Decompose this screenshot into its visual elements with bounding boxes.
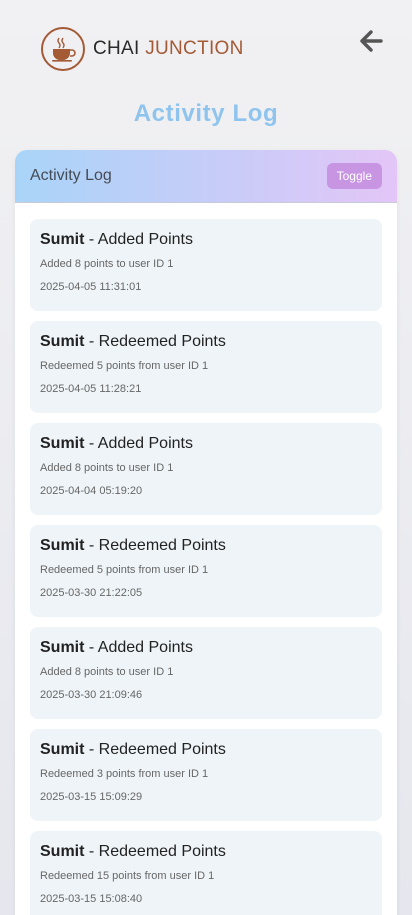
- activity-title: Sumit - Redeemed Points: [40, 741, 372, 759]
- activity-separator: -: [84, 639, 98, 656]
- activity-timestamp: 2025-04-04 05:19:20: [40, 485, 143, 497]
- list-item: Sumit - Added Points Added 8 points to us…: [30, 219, 382, 311]
- activity-user: Sumit: [40, 741, 85, 758]
- activity-user: Sumit: [40, 231, 85, 248]
- activity-action: Added Points: [97, 639, 193, 656]
- app-header: CHAI JUNCTION: [0, 0, 412, 96]
- back-button[interactable]: [356, 28, 386, 58]
- list-item: Sumit - Redeemed Points Redeemed 5 points…: [30, 525, 382, 617]
- activity-action: Added Points: [97, 231, 193, 248]
- activity-description: Added 8 points to user ID 1: [40, 258, 174, 270]
- logo[interactable]: CHAI JUNCTION: [41, 26, 244, 72]
- activity-list: Sumit - Added Points Added 8 points to us…: [15, 203, 397, 915]
- arrow-left-icon: [358, 28, 384, 59]
- activity-description: Added 8 points to user ID 1: [40, 462, 174, 474]
- activity-separator: -: [84, 231, 98, 248]
- activity-timestamp: 2025-03-15 15:09:29: [40, 791, 143, 803]
- activity-timestamp: 2025-04-05 11:31:01: [40, 281, 142, 293]
- list-item: Sumit - Redeemed Points Redeemed 3 points…: [30, 729, 382, 821]
- activity-user: Sumit: [40, 639, 85, 656]
- activity-separator: -: [84, 843, 99, 860]
- page-title: Activity Log: [133, 100, 279, 127]
- list-item: Sumit - Added Points Added 8 points to us…: [30, 627, 382, 719]
- activity-separator: -: [84, 333, 99, 350]
- activity-user: Sumit: [40, 843, 85, 860]
- toggle-button[interactable]: Toggle: [326, 163, 382, 189]
- activity-title: Sumit - Added Points: [40, 231, 372, 249]
- activity-action: Redeemed Points: [98, 741, 226, 758]
- activity-title: Sumit - Redeemed Points: [40, 843, 372, 861]
- activity-action: Redeemed Points: [98, 333, 226, 350]
- list-item: Sumit - Redeemed Points Redeemed 5 points…: [30, 321, 382, 413]
- activity-action: Redeemed Points: [98, 537, 226, 554]
- logo-word-2: JUNCTION: [145, 38, 244, 59]
- activity-timestamp: 2025-03-30 21:22:05: [40, 587, 143, 599]
- list-item: Sumit - Added Points Added 8 points to us…: [30, 423, 382, 515]
- coffee-cup-icon: [41, 27, 85, 71]
- activity-timestamp: 2025-03-30 21:09:46: [40, 689, 143, 701]
- logo-text: CHAI JUNCTION: [93, 38, 244, 60]
- activity-action: Added Points: [97, 435, 193, 452]
- activity-user: Sumit: [40, 333, 85, 350]
- activity-separator: -: [84, 741, 99, 758]
- activity-separator: -: [84, 435, 98, 452]
- activity-timestamp: 2025-04-05 11:28:21: [40, 383, 142, 395]
- activity-title: Sumit - Redeemed Points: [40, 333, 372, 351]
- activity-separator: -: [84, 537, 99, 554]
- logo-word-1: CHAI: [93, 38, 140, 59]
- activity-title: Sumit - Added Points: [40, 639, 372, 657]
- activity-description: Redeemed 3 points from user ID 1: [40, 768, 209, 780]
- activity-log-card: Activity Log Toggle Sumit - Added Points…: [15, 150, 397, 915]
- activity-description: Redeemed 15 points from user ID 1: [40, 870, 215, 882]
- activity-title: Sumit - Added Points: [40, 435, 372, 453]
- activity-title: Sumit - Redeemed Points: [40, 537, 372, 555]
- activity-description: Redeemed 5 points from user ID 1: [40, 564, 209, 576]
- activity-timestamp: 2025-03-15 15:08:40: [40, 893, 143, 905]
- card-header: Activity Log Toggle: [15, 150, 397, 203]
- list-item: Sumit - Redeemed Points Redeemed 15 point…: [30, 831, 382, 915]
- activity-user: Sumit: [40, 537, 85, 554]
- activity-description: Added 8 points to user ID 1: [40, 666, 174, 678]
- activity-description: Redeemed 5 points from user ID 1: [40, 360, 209, 372]
- activity-user: Sumit: [40, 435, 85, 452]
- activity-action: Redeemed Points: [98, 843, 226, 860]
- card-title: Activity Log: [30, 167, 112, 184]
